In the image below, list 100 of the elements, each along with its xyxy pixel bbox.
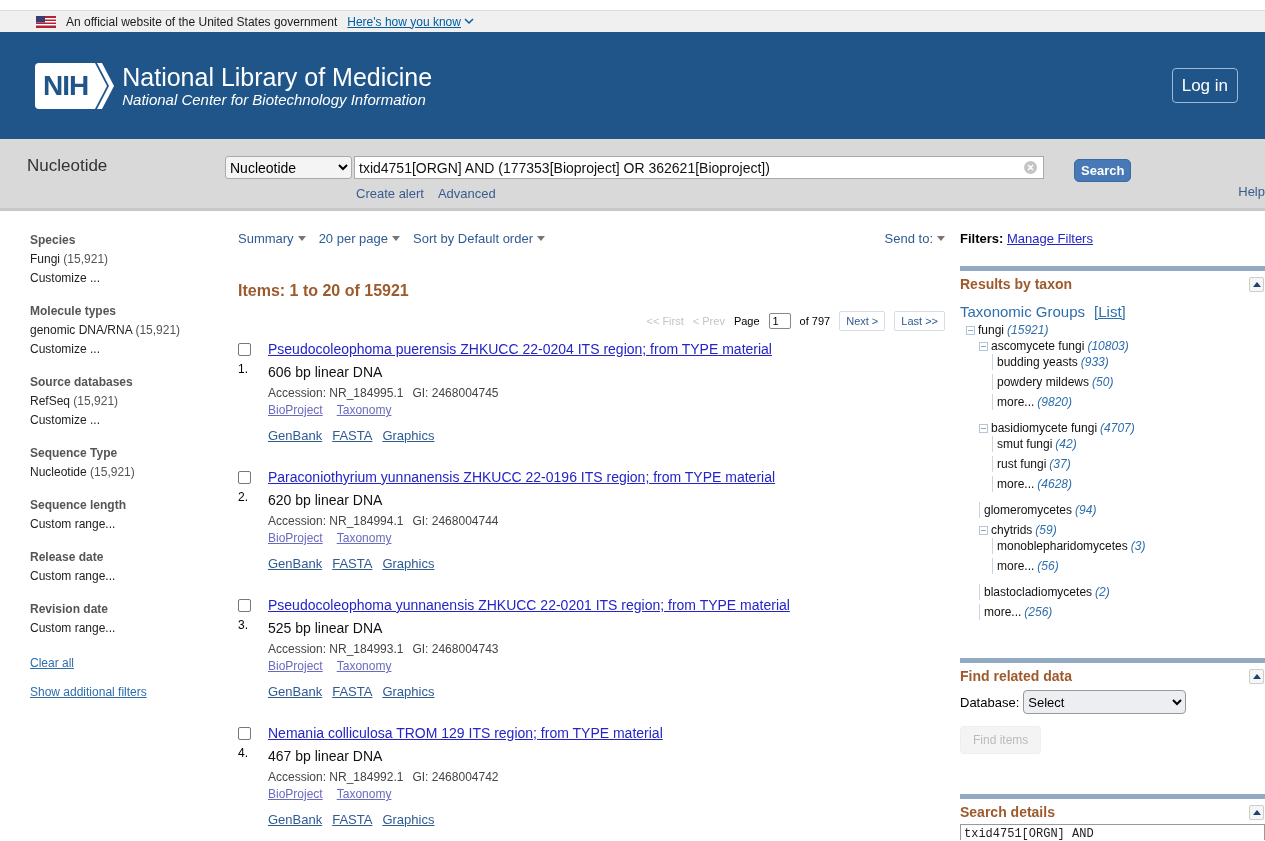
- manage-filters-link[interactable]: Manage Filters: [1006, 231, 1093, 246]
- official-notice: An official website of the United States government: [66, 14, 338, 29]
- taxon-link[interactable]: more... (56): [997, 558, 1059, 574]
- taxon-link[interactable]: blastocladiomycetes (2): [984, 584, 1110, 600]
- filter-heading: Sequence Type: [30, 445, 119, 462]
- format-link[interactable]: FASTA: [332, 428, 373, 443]
- related-link[interactable]: Taxonomy: [336, 403, 392, 417]
- format-link[interactable]: GenBank: [268, 812, 323, 827]
- related-link[interactable]: BioProject: [268, 531, 323, 545]
- format-link[interactable]: Graphics: [382, 428, 435, 443]
- taxon-link[interactable]: more... (9820): [997, 394, 1073, 410]
- taxon-link[interactable]: more... (4628): [997, 476, 1073, 492]
- filter-option[interactable]: genomic DNA/RNA (15,921): [30, 321, 238, 340]
- sequence-description: 525 bp linear DNA: [268, 620, 384, 636]
- related-link[interactable]: BioProject: [268, 403, 323, 417]
- filter-option[interactable]: Custom range...: [30, 567, 238, 586]
- result-checkbox[interactable]: [238, 471, 251, 484]
- result-title-link[interactable]: Nemania colliculosa TROM 129 ITS region; from TYPE material: [268, 725, 663, 741]
- search-button[interactable]: Search: [1074, 159, 1132, 182]
- sequence-description: 606 bp linear DNA: [268, 364, 384, 380]
- taxon-link[interactable]: fungi (15921): [978, 322, 1049, 338]
- panel-title: Results by taxon: [960, 276, 1073, 292]
- search-details-field[interactable]: txid4751[ORGN] AND: [960, 824, 1265, 840]
- list-link[interactable]: [List]: [1094, 303, 1126, 320]
- caret-down-icon[interactable]: [537, 236, 545, 241]
- related-link[interactable]: BioProject: [268, 659, 323, 673]
- collapse-button[interactable]: [1249, 804, 1264, 820]
- result-number: 2.: [238, 490, 249, 504]
- format-link[interactable]: GenBank: [268, 428, 323, 443]
- gi-number: GI: 2468004742: [412, 770, 499, 784]
- filter-option[interactable]: Customize ...: [30, 340, 238, 359]
- send-to-menu[interactable]: Send to:: [884, 231, 945, 246]
- result-checkbox[interactable]: [238, 599, 251, 612]
- help-link[interactable]: Help: [1238, 184, 1265, 199]
- page-total: of 797: [799, 315, 831, 327]
- format-link[interactable]: Graphics: [382, 684, 435, 699]
- result-title-link[interactable]: Paraconiothyrium yunnanensis ZHKUCC 22-0196 ITS region; from TYPE material: [268, 469, 776, 485]
- display-menu[interactable]: Summary: [238, 231, 306, 246]
- taxon-link[interactable]: smut fungi (42): [997, 436, 1077, 452]
- search-option-link[interactable]: Advanced: [437, 186, 496, 201]
- related-link[interactable]: Taxonomy: [336, 659, 392, 673]
- caret-down-icon[interactable]: [392, 236, 401, 241]
- search-field[interactable]: txid4751[ORGN] AND (177353[Bioproject] OR 362621[Bioproject]): [354, 156, 1044, 179]
- format-link[interactable]: FASTA: [332, 556, 373, 571]
- result-checkbox[interactable]: [238, 343, 251, 356]
- search-option-link[interactable]: Create alert: [356, 186, 424, 201]
- collapse-button[interactable]: [1249, 276, 1264, 292]
- filter-option[interactable]: RefSeq (15,921): [30, 392, 238, 411]
- sequence-description: 620 bp linear DNA: [268, 492, 384, 508]
- format-link[interactable]: FASTA: [332, 684, 373, 699]
- result-title-link[interactable]: Pseudocoleophoma puerensis ZHKUCC 22-0204 ITS region; from TYPE material: [268, 341, 772, 357]
- taxon-link[interactable]: chytrids (59): [991, 522, 1057, 538]
- taxon-link[interactable]: budding yeasts (933): [997, 354, 1109, 370]
- filter-option[interactable]: Custom range...: [30, 619, 238, 638]
- database-select[interactable]: Nucleotide: [225, 156, 352, 179]
- filter-option[interactable]: Customize ...: [30, 269, 238, 288]
- collapse-icon[interactable]: [966, 325, 975, 335]
- filter-link[interactable]: Show additional filters: [30, 685, 238, 699]
- collapse-icon[interactable]: [979, 423, 988, 433]
- login-button[interactable]: Log in: [1171, 68, 1238, 103]
- gi-number: GI: 2468004745: [412, 386, 499, 400]
- filter-option[interactable]: Custom range...: [30, 515, 238, 534]
- taxon-link[interactable]: monoblepharidomycetes (3): [997, 538, 1146, 554]
- filter-option[interactable]: Fungi (15,921): [30, 250, 238, 269]
- caret-down-icon[interactable]: [297, 236, 306, 241]
- taxon-link[interactable]: glomeromycetes (94): [984, 502, 1097, 518]
- result-number: 1.: [238, 362, 249, 376]
- related-link[interactable]: BioProject: [268, 787, 323, 801]
- related-link[interactable]: Taxonomy: [336, 531, 392, 545]
- collapse-button[interactable]: [1249, 668, 1264, 684]
- taxon-link[interactable]: powdery mildews (50): [997, 374, 1114, 390]
- taxon-link[interactable]: more... (256): [984, 604, 1053, 620]
- pager-button[interactable]: Last >>: [894, 311, 945, 331]
- taxon-link[interactable]: rust fungi (37): [997, 456, 1071, 472]
- page-field[interactable]: 1: [768, 313, 791, 329]
- taxon-link[interactable]: basidiomycete fungi (4707): [991, 420, 1135, 436]
- filter-option[interactable]: Customize ...: [30, 411, 238, 430]
- result-title-link[interactable]: Pseudocoleophoma yunnanensis ZHKUCC 22-0201 ITS region; from TYPE material: [268, 597, 790, 613]
- collapse-icon[interactable]: [979, 525, 988, 535]
- items-count-heading: Items: 1 to 20 of 15921: [238, 282, 410, 300]
- format-link[interactable]: GenBank: [268, 684, 323, 699]
- format-link[interactable]: GenBank: [268, 556, 323, 571]
- filter-heading: Revision date: [30, 601, 110, 618]
- collapse-icon[interactable]: [979, 341, 988, 351]
- database-select[interactable]: Select: [1023, 690, 1187, 714]
- how-you-know-link[interactable]: Here's how you know: [347, 14, 474, 29]
- related-link[interactable]: Taxonomy: [336, 787, 392, 801]
- display-menu[interactable]: Sort by Default order: [413, 231, 545, 246]
- result-checkbox[interactable]: [238, 727, 251, 740]
- format-link[interactable]: Graphics: [382, 812, 435, 827]
- taxon-link[interactable]: ascomycete fungi (10803): [991, 338, 1129, 354]
- filter-option[interactable]: Nucleotide (15,921): [30, 463, 238, 482]
- filters-label: Filters: Manage Filters: [960, 231, 1094, 246]
- format-link[interactable]: Graphics: [382, 556, 435, 571]
- filter-link[interactable]: Clear all: [30, 656, 238, 670]
- caret-down-icon[interactable]: [937, 236, 945, 241]
- format-link[interactable]: FASTA: [332, 812, 373, 827]
- filter-heading: Release date: [30, 549, 105, 566]
- pager-button[interactable]: Next >: [839, 311, 886, 331]
- display-menu[interactable]: 20 per page: [318, 231, 401, 246]
